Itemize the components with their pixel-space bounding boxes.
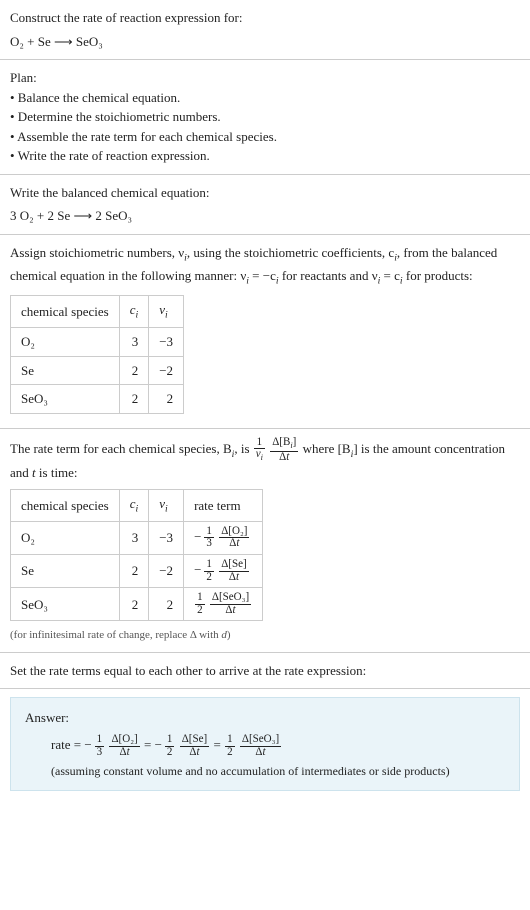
table-header: rate term [184,489,263,521]
plan-title: Plan: [10,68,520,88]
species-cell: O₂ [11,328,120,357]
fraction: 12 [225,734,235,758]
table-header: νi [149,295,184,327]
answer-box: Answer: rate = −13 Δ[O₂]Δt = −12 Δ[Se]Δt… [10,697,520,791]
rate-term-cell: 12 Δ[SeO₃]Δt [184,588,263,621]
c-cell: 3 [119,328,149,357]
rate-term-cell: −13 Δ[O₂]Δt [184,521,263,554]
balanced-equation: 3 O₂ + 2 Se ⟶ 2 SeO₃ [10,206,520,226]
fraction: Δ[O₂]Δt [109,734,139,758]
assign-intro: Assign stoichiometric numbers, νi, using… [10,243,520,289]
species-cell: SeO₃ [11,588,120,621]
text: for reactants and ν [279,268,378,283]
fraction: 12 [204,559,214,583]
table-header: νi [149,489,184,521]
table-row: SeO₃ 2 2 12 Δ[SeO₃]Δt [11,588,263,621]
answer-note: (assuming constant volume and no accumul… [51,762,505,780]
text: The rate term for each chemical species,… [10,441,232,456]
fraction: Δ[O₂]Δt [219,526,249,550]
prompt-section: Construct the rate of reaction expressio… [0,0,530,60]
fraction: Δ[Se]Δt [180,734,210,758]
text: = −c [249,268,276,283]
table-row: O₂ 3 −3 −13 Δ[O₂]Δt [11,521,263,554]
text: Assign stoichiometric numbers, ν [10,245,184,260]
text: for products: [403,268,473,283]
c-cell: 2 [119,385,149,414]
plan-item: • Determine the stoichiometric numbers. [10,107,520,127]
prompt-title: Construct the rate of reaction expressio… [10,8,520,28]
plan-item: • Assemble the rate term for each chemic… [10,127,520,147]
balanced-section: Write the balanced chemical equation: 3 … [0,175,530,235]
set-equal-text: Set the rate terms equal to each other t… [10,661,520,681]
nu-cell: −3 [149,328,184,357]
table-caption: (for infinitesimal rate of change, repla… [10,627,520,644]
fraction: 12 [195,592,205,616]
sep: = [141,737,155,752]
c-cell: 2 [119,555,149,588]
text: is time: [36,465,78,480]
c-cell: 3 [119,521,149,554]
fraction: 13 [95,734,105,758]
answer-label: Answer: [25,708,505,728]
nu-cell: −3 [149,521,184,554]
table-header: ci [119,295,149,327]
fraction: 1νi [254,437,265,463]
nu-cell: 2 [149,588,184,621]
text: , using the stoichiometric coefficients,… [187,245,394,260]
table-header: chemical species [11,489,120,521]
c-cell: 2 [119,588,149,621]
sep: = [210,737,224,752]
text: , is [234,441,252,456]
rate-term-intro: The rate term for each chemical species,… [10,437,520,483]
sign: − [194,529,201,544]
table-row: SeO₃ 2 2 [11,385,184,414]
table-header: ci [119,489,149,521]
rate-term-cell: −12 Δ[Se]Δt [184,555,263,588]
sign: − [155,737,162,752]
rate-term-section: The rate term for each chemical species,… [0,429,530,653]
assign-section: Assign stoichiometric numbers, νi, using… [0,235,530,429]
text: where [B [299,441,350,456]
species-cell: Se [11,356,120,385]
answer-rate: rate = −13 Δ[O₂]Δt = −12 Δ[Se]Δt = 12 Δ[… [51,734,505,758]
species-cell: Se [11,555,120,588]
stoich-table: chemical species ci νi O₂ 3 −3 Se 2 −2 S… [10,295,184,414]
balanced-title: Write the balanced chemical equation: [10,183,520,203]
fraction: Δ[SeO₃]Δt [240,734,281,758]
prompt-equation: O₂ + Se ⟶ SeO₃ [10,32,520,52]
table-row: Se 2 −2 [11,356,184,385]
plan-item: • Balance the chemical equation. [10,88,520,108]
table-header: chemical species [11,295,120,327]
fraction: Δ[Se]Δt [219,559,249,583]
plan-item: • Write the rate of reaction expression. [10,146,520,166]
nu-cell: −2 [149,555,184,588]
species-cell: O₂ [11,521,120,554]
fraction: 12 [165,734,175,758]
table-row: O₂ 3 −3 [11,328,184,357]
text: = c [380,268,400,283]
c-cell: 2 [119,356,149,385]
set-equal-section: Set the rate terms equal to each other t… [0,653,530,690]
nu-cell: −2 [149,356,184,385]
sign: − [194,562,201,577]
table-header-row: chemical species ci νi rate term [11,489,263,521]
rate-term-table: chemical species ci νi rate term O₂ 3 −3… [10,489,263,622]
fraction: Δ[SeO₃]Δt [210,592,251,616]
fraction: Δ[Bi]Δt [270,437,298,463]
rate-lhs: rate = [51,737,84,752]
table-header-row: chemical species ci νi [11,295,184,327]
fraction: 13 [204,526,214,550]
species-cell: SeO₃ [11,385,120,414]
plan-section: Plan: • Balance the chemical equation. •… [0,60,530,175]
sign: − [84,737,91,752]
nu-cell: 2 [149,385,184,414]
table-row: Se 2 −2 −12 Δ[Se]Δt [11,555,263,588]
